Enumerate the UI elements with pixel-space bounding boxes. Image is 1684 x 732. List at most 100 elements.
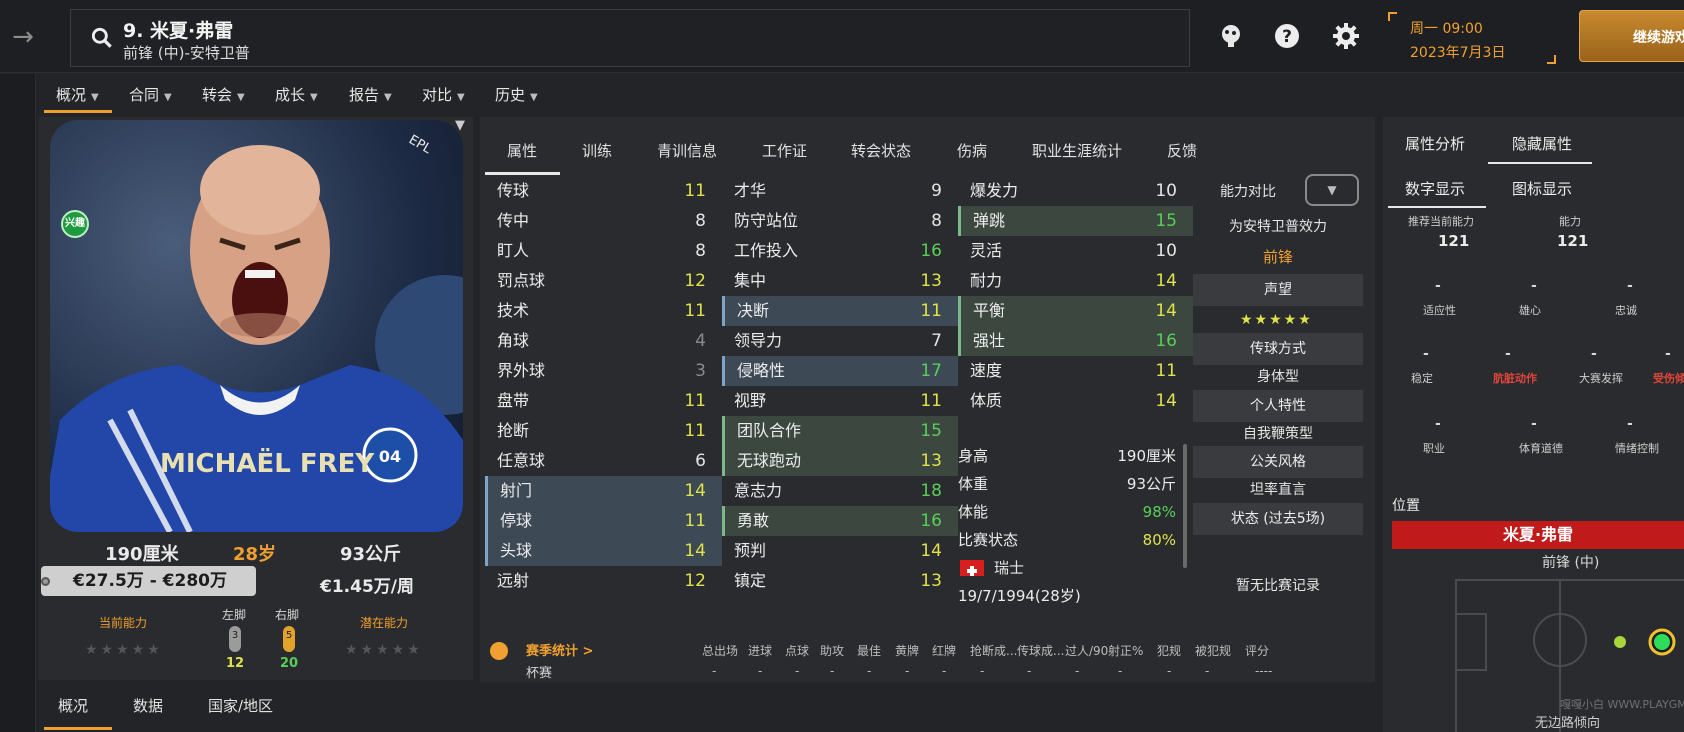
no-match-record: 暂无比赛记录	[1236, 578, 1320, 594]
season-stat-header[interactable]: 红牌	[932, 642, 956, 659]
attribute-row[interactable]: 意志力 18	[722, 476, 958, 506]
attribute-row[interactable]: 平衡 14	[958, 296, 1193, 326]
attribute-row[interactable]: 团队合作 15	[722, 416, 958, 446]
season-stat-header[interactable]: 点球	[785, 642, 809, 659]
attribute-row[interactable]: 工作投入 16	[722, 236, 958, 266]
info-dob-row: 19/7/1994(28岁)	[958, 582, 1186, 610]
season-stat-header[interactable]: 犯规	[1157, 642, 1181, 659]
attribute-row[interactable]: 才华 9	[722, 176, 958, 206]
attribute-row[interactable]: 体质 14	[958, 386, 1193, 416]
attribute-row[interactable]: 停球 11	[485, 506, 722, 536]
nav-contract[interactable]: 合同 ▼	[129, 84, 172, 112]
player-photo: 04 MICHAËL FREY EPL	[50, 120, 463, 532]
nav-overview[interactable]: 概况 ▼	[56, 84, 99, 112]
attribute-row[interactable]: 角球 4	[485, 326, 722, 356]
attribute-row[interactable]: 速度 11	[958, 356, 1193, 386]
attribute-row[interactable]: 盘带 11	[485, 386, 722, 416]
secondary-position-dot	[1614, 636, 1626, 648]
season-stat-header[interactable]: 黄牌	[895, 642, 919, 659]
attribute-row[interactable]: 抢断 11	[485, 416, 722, 446]
attribute-row[interactable]: 视野 11	[722, 386, 958, 416]
attribute-row[interactable]: 集中 13	[722, 266, 958, 296]
settings-gear-icon[interactable]	[1331, 21, 1361, 51]
season-stat-header[interactable]: 最佳	[857, 642, 881, 659]
attribute-name: 领导力	[734, 331, 783, 350]
attribute-row[interactable]: 盯人 8	[485, 236, 722, 266]
season-stat-header[interactable]: 过人/90	[1065, 642, 1108, 659]
form-last5-bar[interactable]: 状态 (过去5场)	[1193, 503, 1363, 535]
ability-compare-dropdown[interactable]: ▼	[1305, 174, 1359, 206]
season-stat-header[interactable]: 进球	[748, 642, 772, 659]
tab-feedback[interactable]: 反馈	[1167, 140, 1197, 161]
attribute-row[interactable]: 强壮 16	[958, 326, 1193, 356]
attribute-row[interactable]: 防守站位 8	[722, 206, 958, 236]
player-search-box[interactable]: 9. 米夏·弗雷 前锋 (中)-安特卫普	[70, 9, 1190, 67]
attribute-row[interactable]: 头球 14	[485, 536, 722, 566]
attribute-row[interactable]: 勇敢 16	[722, 506, 958, 536]
bottom-tab-data[interactable]: 数据	[133, 695, 163, 716]
media-style-bar[interactable]: 公关风格	[1193, 446, 1363, 478]
attribute-row[interactable]: 预判 14	[722, 536, 958, 566]
attribute-row[interactable]: 爆发力 10	[958, 176, 1193, 206]
attribute-row[interactable]: 传球 11	[485, 176, 722, 206]
tab-transfer-status[interactable]: 转会状态	[851, 140, 911, 161]
search-icon[interactable]	[89, 25, 115, 51]
tab-training[interactable]: 训练	[582, 140, 612, 161]
season-stat-value: -	[758, 664, 763, 678]
attribute-name: 无球跑动	[737, 451, 802, 470]
reputation-bar[interactable]: 声望	[1193, 274, 1363, 306]
season-stat-header[interactable]: 助攻	[820, 642, 844, 659]
tab-icon-view[interactable]: 图标显示	[1512, 178, 1572, 199]
season-stat-header[interactable]: 评分	[1245, 642, 1269, 659]
season-stat-header[interactable]: 射正%	[1108, 642, 1143, 659]
interest-badge[interactable]: 兴趣	[61, 210, 89, 238]
tab-youth[interactable]: 青训信息	[657, 140, 717, 161]
tab-career-stats[interactable]: 职业生涯统计	[1032, 140, 1122, 161]
season-stat-header[interactable]: 总出场	[702, 642, 738, 659]
info-scrollbar[interactable]	[1183, 444, 1187, 568]
nav-reports[interactable]: 报告 ▼	[349, 84, 392, 112]
tab-injuries[interactable]: 伤病	[957, 140, 987, 161]
nav-development[interactable]: 成长 ▼	[275, 84, 318, 112]
attribute-row[interactable]: 灵活 10	[958, 236, 1193, 266]
info-nation-row[interactable]: 瑞士	[958, 554, 1186, 582]
attribute-row[interactable]: 传中 8	[485, 206, 722, 236]
attribute-row[interactable]: 界外球 3	[485, 356, 722, 386]
transfer-value[interactable]: €27.5万 - €280万	[41, 566, 256, 596]
tab-numeric[interactable]: 数字显示	[1405, 178, 1465, 199]
chevron-down-icon[interactable]: ▼	[455, 118, 465, 133]
tab-hidden-attributes[interactable]: 隐藏属性	[1512, 133, 1572, 154]
nav-transfer[interactable]: 转会 ▼	[202, 84, 245, 112]
season-stat-header[interactable]: 传球成...	[1017, 642, 1064, 659]
attribute-row[interactable]: 领导力 7	[722, 326, 958, 356]
continue-game-button[interactable]: 继续游戏	[1579, 10, 1684, 62]
attribute-value: 7	[931, 331, 942, 351]
tab-attributes[interactable]: 属性	[507, 140, 537, 161]
nav-history[interactable]: 历史 ▼	[495, 84, 538, 112]
passing-style-bar[interactable]: 传球方式	[1193, 333, 1363, 365]
game-date-box[interactable]: 周一 09:00 2023年7月3日	[1388, 12, 1556, 64]
attribute-row[interactable]: 决断 11	[722, 296, 958, 326]
attribute-row[interactable]: 技术 11	[485, 296, 722, 326]
attribute-row[interactable]: 镇定 13	[722, 566, 958, 596]
brain-icon[interactable]	[1216, 21, 1246, 51]
attribute-row[interactable]: 远射 12	[485, 566, 722, 596]
attribute-row[interactable]: 无球跑动 13	[722, 446, 958, 476]
bottom-tab-overview[interactable]: 概况	[58, 695, 88, 716]
tab-attribute-analysis[interactable]: 属性分析	[1405, 133, 1465, 154]
back-arrow-icon[interactable]: →	[8, 22, 38, 52]
attribute-row[interactable]: 侵略性 17	[722, 356, 958, 386]
season-stat-header[interactable]: 被犯规	[1195, 642, 1231, 659]
attribute-row[interactable]: 耐力 14	[958, 266, 1193, 296]
season-stat-header[interactable]: 抢断成...	[970, 642, 1017, 659]
tab-work-permit[interactable]: 工作证	[762, 140, 807, 161]
attribute-row[interactable]: 弹跳 15	[958, 206, 1193, 236]
help-icon[interactable]: ?	[1272, 21, 1302, 51]
traits-bar[interactable]: 个人特性	[1193, 390, 1363, 422]
attribute-row[interactable]: 射门 14	[485, 476, 722, 506]
hidden-attr-label: 体育道德	[1519, 442, 1563, 455]
attribute-row[interactable]: 罚点球 12	[485, 266, 722, 296]
bottom-tab-nation[interactable]: 国家/地区	[208, 695, 273, 716]
attribute-row[interactable]: 任意球 6	[485, 446, 722, 476]
nav-compare[interactable]: 对比 ▼	[422, 84, 465, 112]
